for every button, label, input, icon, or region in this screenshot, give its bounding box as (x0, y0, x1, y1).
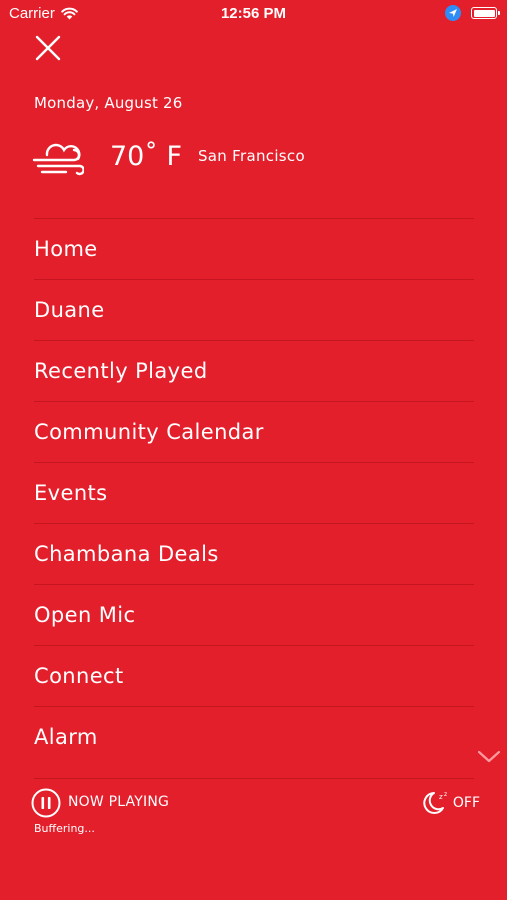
now-playing-label: NOW PLAYING (68, 794, 170, 810)
menu-item-label: Connect (34, 664, 124, 688)
buffering-status: Buffering... (34, 822, 95, 835)
menu-item-community-calendar[interactable]: Community Calendar (34, 401, 474, 462)
menu-item-label: Chambana Deals (34, 542, 219, 566)
menu-item-open-mic[interactable]: Open Mic (34, 584, 474, 645)
menu-item-connect[interactable]: Connect (34, 645, 474, 706)
moon-zzz-icon: z z (423, 791, 447, 814)
battery-icon (471, 7, 500, 19)
svg-text:z: z (444, 791, 447, 798)
pause-icon[interactable] (31, 788, 61, 818)
svg-text:z: z (439, 793, 443, 801)
close-icon[interactable] (32, 32, 64, 64)
sleep-timer-label: OFF (452, 795, 480, 811)
menu-item-duane[interactable]: Duane (34, 279, 474, 340)
menu-item-label: Alarm (34, 725, 98, 749)
location-arrow-icon (445, 5, 461, 21)
menu-item-label: Open Mic (34, 603, 136, 627)
menu-item-home[interactable]: Home (34, 218, 474, 279)
sleep-timer-button[interactable]: z z OFF (422, 790, 480, 816)
menu-item-chambana-deals[interactable]: Chambana Deals (34, 523, 474, 584)
menu-item-events[interactable]: Events (34, 462, 474, 523)
menu-item-label: Events (34, 481, 108, 505)
menu-item-label: Home (34, 237, 98, 261)
navigation-menu: Home Duane Recently Played Community Cal… (34, 218, 474, 767)
menu-item-recently-played[interactable]: Recently Played (34, 340, 474, 401)
player-divider (34, 778, 474, 779)
cloud-wind-icon (32, 143, 84, 176)
status-time: 12:56 PM (220, 5, 287, 22)
weather-widget: 70˚ F San Francisco (32, 134, 305, 178)
menu-item-label: Recently Played (34, 359, 208, 383)
menu-item-alarm[interactable]: Alarm (34, 706, 474, 767)
city-name: San Francisco (197, 147, 305, 165)
chevron-down-icon[interactable] (476, 748, 502, 766)
menu-item-label: Duane (34, 298, 105, 322)
status-bar: Carrier 12:56 PM (0, 0, 507, 28)
status-indicators (445, 5, 500, 21)
menu-item-label: Community Calendar (34, 420, 264, 444)
temperature: 70˚ F (110, 140, 182, 172)
current-date: Monday, August 26 (34, 94, 183, 112)
